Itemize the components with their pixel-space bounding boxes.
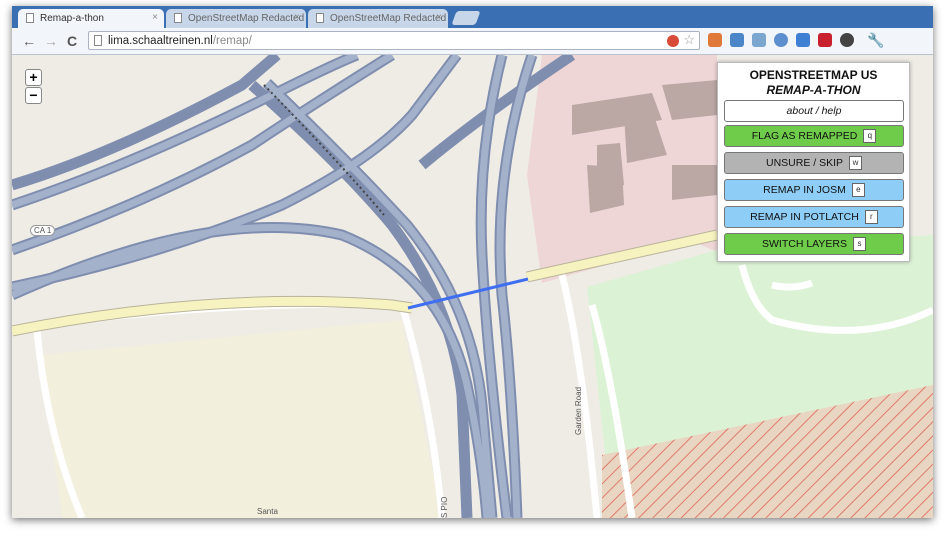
panel-subtitle: REMAP-A-THON [766, 83, 861, 97]
street-label-s-pio: S PIO [440, 496, 449, 518]
shortcut-key: e [851, 183, 865, 198]
tab-remap-a-thon[interactable]: Remap-a-thon × [18, 9, 164, 28]
map-view[interactable]: + − CA 1 Garden Road Santa S PIO OPENSTR… [12, 55, 933, 518]
street-label-garden-road: Garden Road [574, 386, 583, 435]
remap-panel: OPENSTREETMAP US REMAP-A-THON about / he… [717, 62, 910, 262]
extension-icon[interactable] [796, 33, 810, 47]
browser-toolbar: ← → C lima.schaaltreinen.nl/remap/ ☆ 🔧 [12, 28, 933, 55]
shortcut-key: r [864, 210, 878, 225]
place-label-santa: Santa [257, 507, 278, 516]
extension-icon[interactable] [818, 33, 832, 47]
tab-openstreetmap-1[interactable]: OpenStreetMap Redacted × [166, 9, 306, 28]
shortcut-key: w [849, 156, 863, 171]
switch-layers-button[interactable]: SWITCH LAYERS s [724, 233, 904, 255]
tab-openstreetmap-2[interactable]: OpenStreetMap Redacted × [308, 9, 448, 28]
page-icon [94, 35, 102, 46]
about-help-button[interactable]: about / help [724, 100, 904, 122]
extension-icon[interactable] [752, 33, 766, 47]
tab-title: OpenStreetMap Redacted [330, 13, 447, 24]
button-label: REMAP IN POTLATCH [750, 211, 859, 223]
star-icon[interactable]: ☆ [683, 32, 695, 48]
tab-strip: Remap-a-thon × OpenStreetMap Redacted × … [12, 6, 933, 28]
remap-in-josm-button[interactable]: REMAP IN JOSM e [724, 179, 904, 201]
wrench-icon[interactable]: 🔧 [867, 32, 884, 48]
address-host: lima.schaaltreinen.nl [108, 35, 213, 47]
zoom-out-button[interactable]: − [25, 87, 42, 104]
button-label: SWITCH LAYERS [762, 238, 847, 250]
remap-in-potlatch-button[interactable]: REMAP IN POTLATCH r [724, 206, 904, 228]
browser-window: Remap-a-thon × OpenStreetMap Redacted × … [12, 6, 933, 518]
button-label: REMAP IN JOSM [763, 184, 846, 196]
zoom-in-button[interactable]: + [25, 69, 42, 86]
pocket-icon[interactable] [840, 33, 854, 47]
close-icon[interactable]: × [152, 12, 158, 23]
address-path: /remap/ [212, 35, 252, 47]
page-icon [316, 13, 324, 23]
extension-icon[interactable] [774, 33, 788, 47]
close-icon[interactable]: × [436, 12, 442, 23]
address-bar[interactable]: lima.schaaltreinen.nl/remap/ ☆ [88, 31, 700, 50]
back-button[interactable]: ← [22, 33, 36, 49]
reload-button[interactable]: C [67, 33, 77, 49]
close-icon[interactable]: × [294, 12, 300, 23]
button-label: UNSURE / SKIP [765, 157, 844, 169]
tab-title: OpenStreetMap Redacted [188, 13, 305, 24]
new-tab-button[interactable] [451, 11, 481, 25]
shortcut-key: q [863, 129, 877, 144]
shortcut-key: s [852, 237, 866, 252]
unsure-skip-button[interactable]: UNSURE / SKIP w [724, 152, 904, 174]
forward-button[interactable]: → [44, 33, 58, 49]
panel-title: OPENSTREETMAP US [749, 68, 878, 82]
route-shield-ca1: CA 1 [30, 225, 56, 236]
page-icon [26, 13, 34, 23]
about-help-label: about / help [786, 105, 842, 117]
extension-icon[interactable] [708, 33, 722, 47]
button-label: FLAG AS REMAPPED [751, 130, 858, 142]
open-lot-area [40, 320, 442, 518]
tab-title: Remap-a-thon [40, 13, 104, 24]
extension-icon[interactable] [730, 33, 744, 47]
stop-icon[interactable] [667, 35, 679, 47]
page-icon [174, 13, 182, 23]
flag-as-remapped-button[interactable]: FLAG AS REMAPPED q [724, 125, 904, 147]
